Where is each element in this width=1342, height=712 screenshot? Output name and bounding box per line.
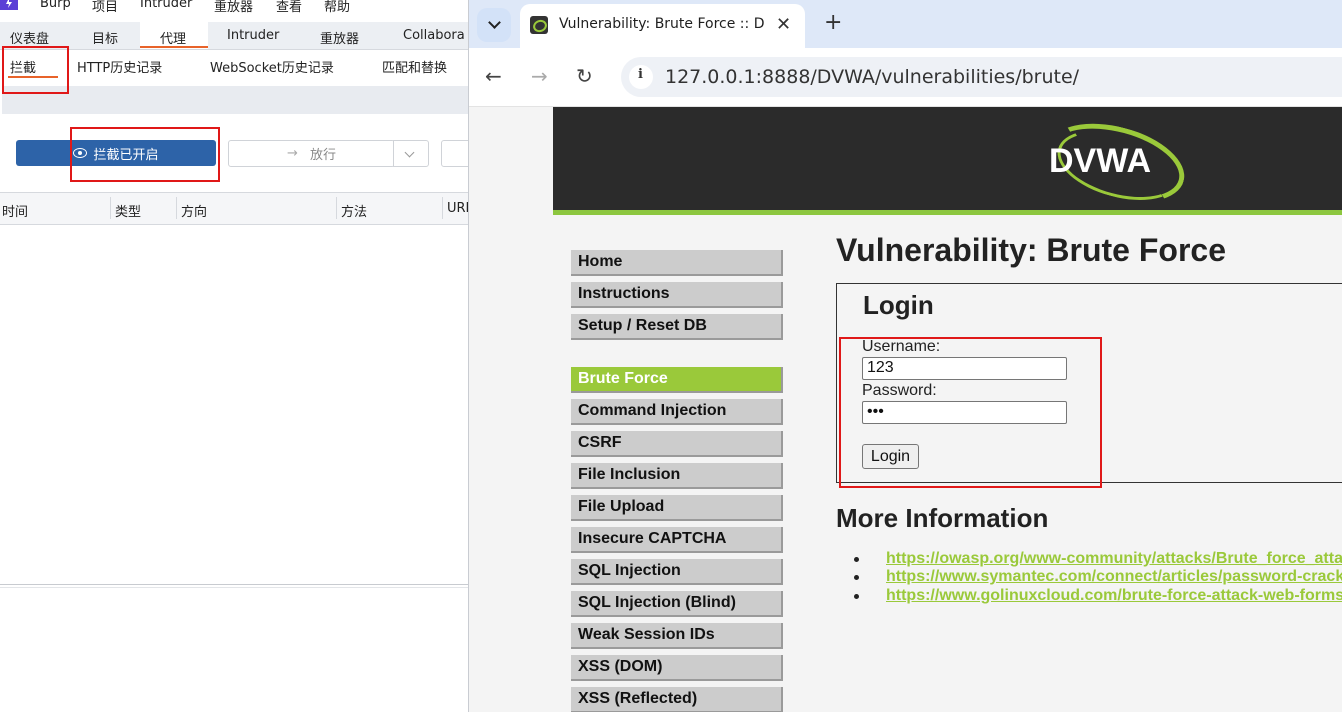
- menu-burp[interactable]: Burp: [40, 0, 71, 11]
- menu-repeater[interactable]: 重放器: [214, 0, 253, 15]
- menu-insecure-captcha[interactable]: Insecure CAPTCHA: [571, 527, 783, 553]
- browser-tabstrip: Vulnerability: Brute Force :: D ✕ +: [469, 0, 1342, 48]
- new-tab-icon[interactable]: +: [824, 10, 842, 35]
- menu-setup[interactable]: Setup / Reset DB: [571, 314, 783, 340]
- bullet-icon: [854, 594, 859, 599]
- menu-sql-injection-blind[interactable]: SQL Injection (Blind): [571, 591, 783, 617]
- browser-toolbar: ← → ↻ 127.0.0.1:8888/DVWA/vulnerabilitie…: [469, 48, 1342, 107]
- dvwa-header: DVWA: [553, 107, 1342, 216]
- burp-menubar: Burp 项目 Intruder 重放器 查看 帮助: [0, 0, 470, 15]
- site-info-icon[interactable]: [629, 65, 653, 89]
- subtab-websocket-history[interactable]: WebSocket历史记录: [210, 57, 334, 76]
- burp-logo-icon: [0, 0, 18, 10]
- tab-repeater[interactable]: 重放器: [320, 28, 359, 47]
- forward-dropdown-button[interactable]: [393, 140, 429, 167]
- menu-view[interactable]: 查看: [276, 0, 302, 15]
- highlight-intercept-button: [70, 127, 220, 182]
- forward-icon[interactable]: →: [531, 64, 548, 88]
- intercept-table-header: 时间 类型 方向 方法 URL: [0, 192, 470, 225]
- menu-instructions[interactable]: Instructions: [571, 282, 783, 308]
- golinuxcloud-link[interactable]: https://www.golinuxcloud.com/brute-force…: [886, 587, 1342, 604]
- menu-project[interactable]: 项目: [92, 0, 118, 15]
- menu-csrf[interactable]: CSRF: [571, 431, 783, 457]
- drop-button[interactable]: [441, 140, 470, 167]
- menu-xss-reflected[interactable]: XSS (Reflected): [571, 687, 783, 712]
- col-url[interactable]: URL: [447, 201, 470, 216]
- col-separator: [336, 197, 337, 219]
- close-icon[interactable]: ✕: [776, 14, 791, 35]
- tab-proxy[interactable]: 代理: [160, 28, 186, 47]
- tab-dashboard[interactable]: 仪表盘: [10, 28, 49, 47]
- dvwa-logo: DVWA: [1049, 142, 1151, 180]
- address-bar[interactable]: 127.0.0.1:8888/DVWA/vulnerabilities/brut…: [621, 57, 1342, 97]
- highlight-login-fields: [839, 337, 1102, 488]
- tab-target[interactable]: 目标: [92, 28, 118, 47]
- menu-help[interactable]: 帮助: [324, 0, 350, 15]
- forward-button-label: 放行: [309, 148, 336, 163]
- col-separator: [176, 197, 177, 219]
- tab-list-icon[interactable]: [477, 8, 511, 42]
- menu-command-injection[interactable]: Command Injection: [571, 399, 783, 425]
- burp-main-tabs: 仪表盘 目标 代理 Intruder 重放器 Collabora: [0, 22, 470, 50]
- proxy-subtabs: 拦截 HTTP历史记录 WebSocket历史记录 匹配和替换: [0, 50, 470, 80]
- tab-collaborator[interactable]: Collabora: [403, 28, 465, 43]
- login-heading: Login: [863, 290, 934, 320]
- menu-file-inclusion[interactable]: File Inclusion: [571, 463, 783, 489]
- arrow-right-icon: →: [287, 146, 298, 161]
- more-information-heading: More Information: [836, 503, 1049, 533]
- browser-window: Vulnerability: Brute Force :: D ✕ + ← → …: [468, 0, 1342, 712]
- symantec-link[interactable]: https://www.symantec.com/connect/article…: [886, 568, 1342, 585]
- bullet-icon: [854, 575, 859, 580]
- back-icon[interactable]: ←: [485, 64, 502, 88]
- subtab-match-replace[interactable]: 匹配和替换: [382, 57, 447, 76]
- col-direction[interactable]: 方向: [181, 201, 207, 220]
- menu-home[interactable]: Home: [571, 250, 783, 276]
- url-text: 127.0.0.1:8888/DVWA/vulnerabilities/brut…: [665, 66, 1080, 88]
- burp-window: Burp 项目 Intruder 重放器 查看 帮助 仪表盘 目标 代理 Int…: [0, 0, 470, 712]
- browser-tab[interactable]: Vulnerability: Brute Force :: D ✕: [520, 4, 805, 48]
- col-separator: [442, 197, 443, 219]
- subtab-http-history[interactable]: HTTP历史记录: [77, 57, 162, 76]
- tab-intruder[interactable]: Intruder: [227, 28, 279, 43]
- col-time[interactable]: 时间: [2, 201, 28, 220]
- owasp-link[interactable]: https://owasp.org/www-community/attacks/…: [886, 550, 1342, 567]
- col-type[interactable]: 类型: [115, 201, 141, 220]
- active-tab-underline: [140, 46, 208, 48]
- browser-tab-title: Vulnerability: Brute Force :: D: [559, 16, 765, 32]
- dvwa-page: DVWA Home Instructions Setup / Reset DB …: [469, 107, 1342, 712]
- intercept-info-bar: [2, 86, 468, 114]
- menu-sql-injection[interactable]: SQL Injection: [571, 559, 783, 585]
- menu-intruder[interactable]: Intruder: [140, 0, 192, 11]
- menu-file-upload[interactable]: File Upload: [571, 495, 783, 521]
- list-item: https://www.golinuxcloud.com/brute-force…: [854, 587, 1342, 605]
- bullet-icon: [854, 557, 859, 562]
- forward-button[interactable]: → 放行: [228, 140, 395, 167]
- menu-weak-session-ids[interactable]: Weak Session IDs: [571, 623, 783, 649]
- col-separator: [110, 197, 111, 219]
- reload-icon[interactable]: ↻: [576, 64, 593, 88]
- dvwa-favicon-icon: [530, 16, 548, 34]
- page-title: Vulnerability: Brute Force: [836, 232, 1226, 268]
- list-item: https://owasp.org/www-community/attacks/…: [854, 550, 1342, 568]
- highlight-intercept-tab: [2, 46, 69, 94]
- menu-xss-dom[interactable]: XSS (DOM): [571, 655, 783, 681]
- col-method[interactable]: 方法: [341, 201, 367, 220]
- panel-splitter[interactable]: [0, 584, 470, 588]
- menu-brute-force[interactable]: Brute Force: [571, 367, 783, 393]
- list-item: https://www.symantec.com/connect/article…: [854, 568, 1342, 586]
